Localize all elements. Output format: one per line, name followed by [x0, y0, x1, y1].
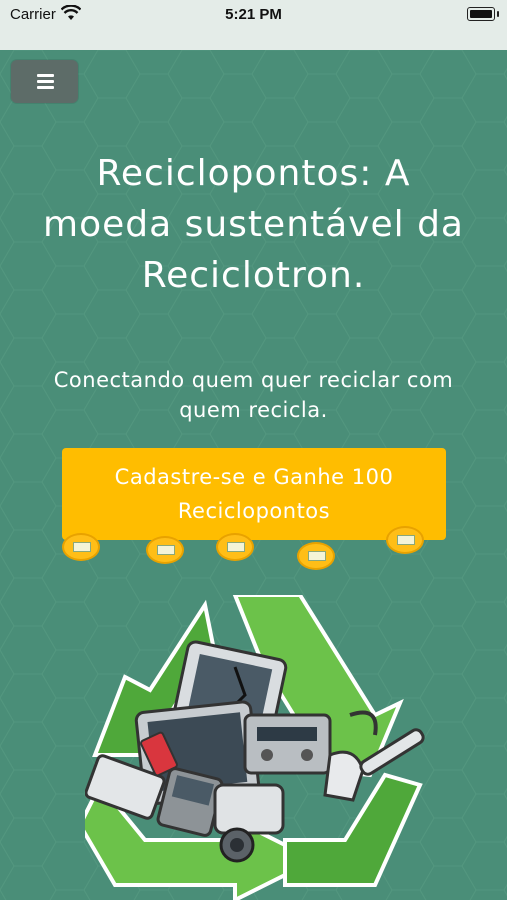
coin-icon	[146, 536, 184, 564]
hamburger-menu-icon	[37, 74, 54, 89]
page-subtitle: Conectando quem quer reciclar com quem r…	[53, 368, 454, 422]
clock: 5:21 PM	[225, 6, 282, 23]
status-bar: Carrier 5:21 PM	[0, 0, 507, 50]
recycle-electronics-illustration	[85, 595, 425, 900]
menu-button[interactable]	[11, 60, 78, 103]
coin-icon	[297, 542, 335, 570]
signup-cta-button[interactable]: Cadastre-se e Ganhe 100 Reciclopontos	[62, 448, 446, 540]
coin-icon	[62, 533, 100, 561]
page-title: Reciclopontos: A moeda sustentável da Re…	[43, 153, 464, 296]
battery-icon	[467, 7, 499, 21]
signup-cta-label: Cadastre-se e Ganhe 100 Reciclopontos	[114, 465, 394, 523]
coin-icon	[386, 526, 424, 554]
coin-icon	[216, 533, 254, 561]
